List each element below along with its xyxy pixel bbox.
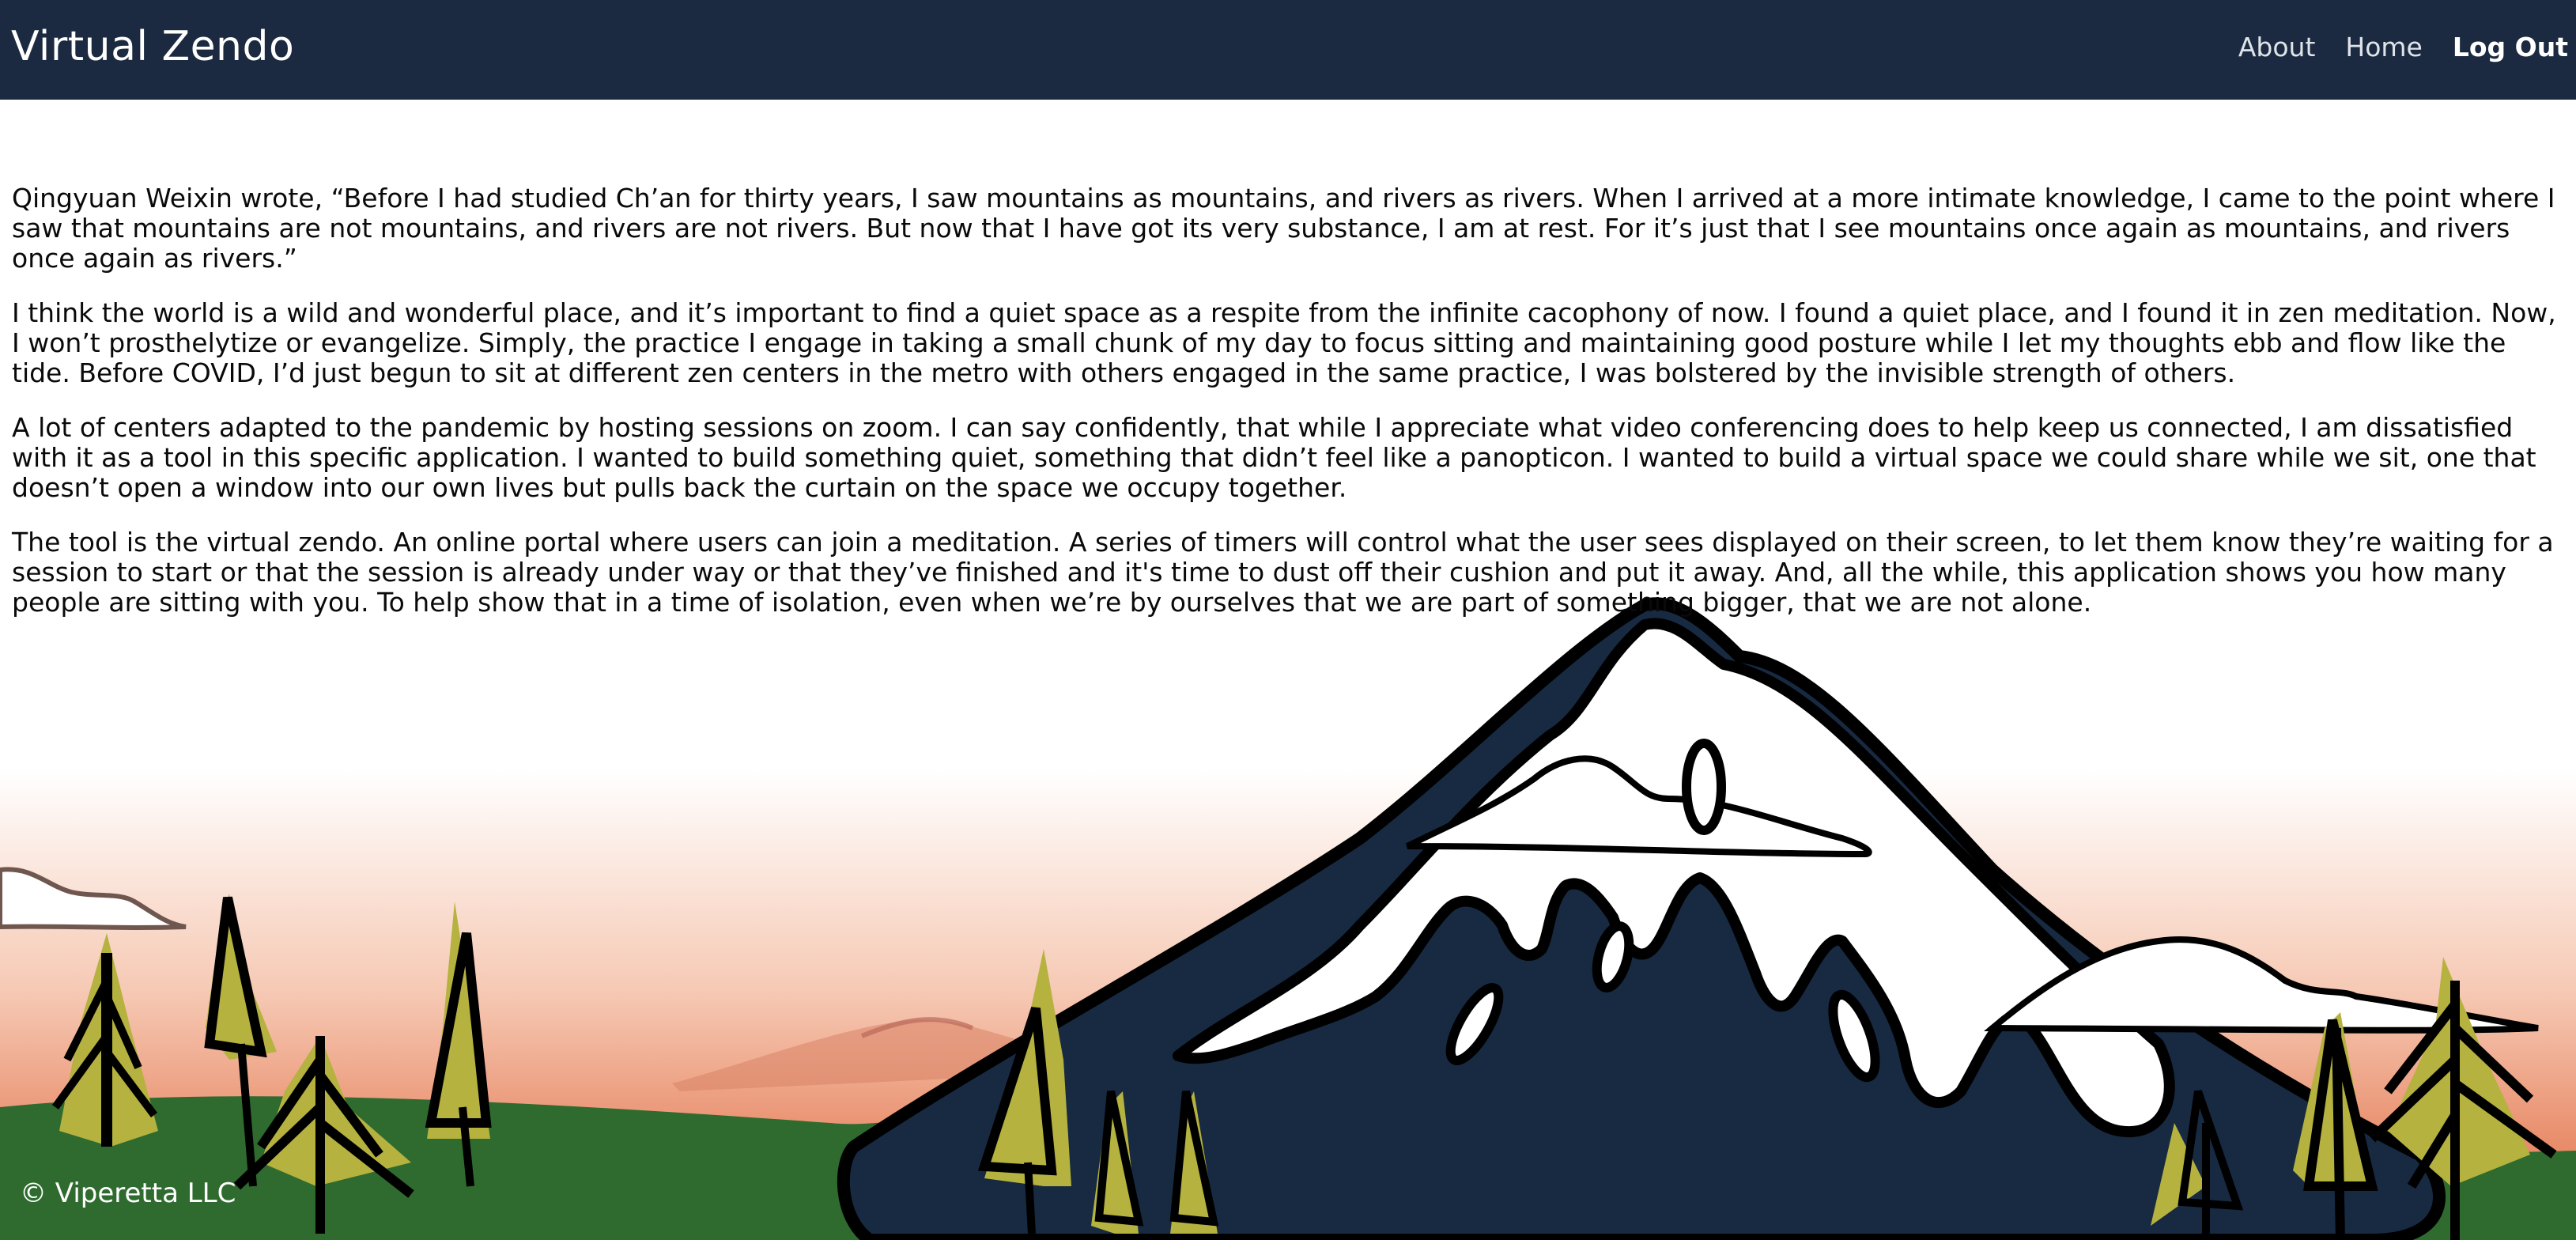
footer-copyright: © Viperetta LLC (20, 1178, 236, 1209)
nav-logout-link[interactable]: Log Out (2438, 30, 2568, 65)
about-content: Qingyuan Weixin wrote, “Before I had stu… (12, 183, 2570, 642)
nav-home-link[interactable]: Home (2330, 30, 2437, 65)
paragraph-quote: Qingyuan Weixin wrote, “Before I had stu… (12, 183, 2555, 274)
paragraph-pandemic: A lot of centers adapted to the pandemic… (12, 412, 2536, 503)
paragraph-quiet-place: I think the world is a wild and wonderfu… (12, 297, 2556, 388)
brand-link[interactable]: Virtual Zendo (11, 19, 294, 74)
nav-about-link[interactable]: About (2223, 30, 2331, 65)
paragraph-tool: The tool is the virtual zendo. An online… (12, 527, 2554, 618)
navbar: Virtual Zendo About Home Log Out (0, 0, 2576, 100)
nav-links: About Home Log Out (2223, 30, 2568, 65)
